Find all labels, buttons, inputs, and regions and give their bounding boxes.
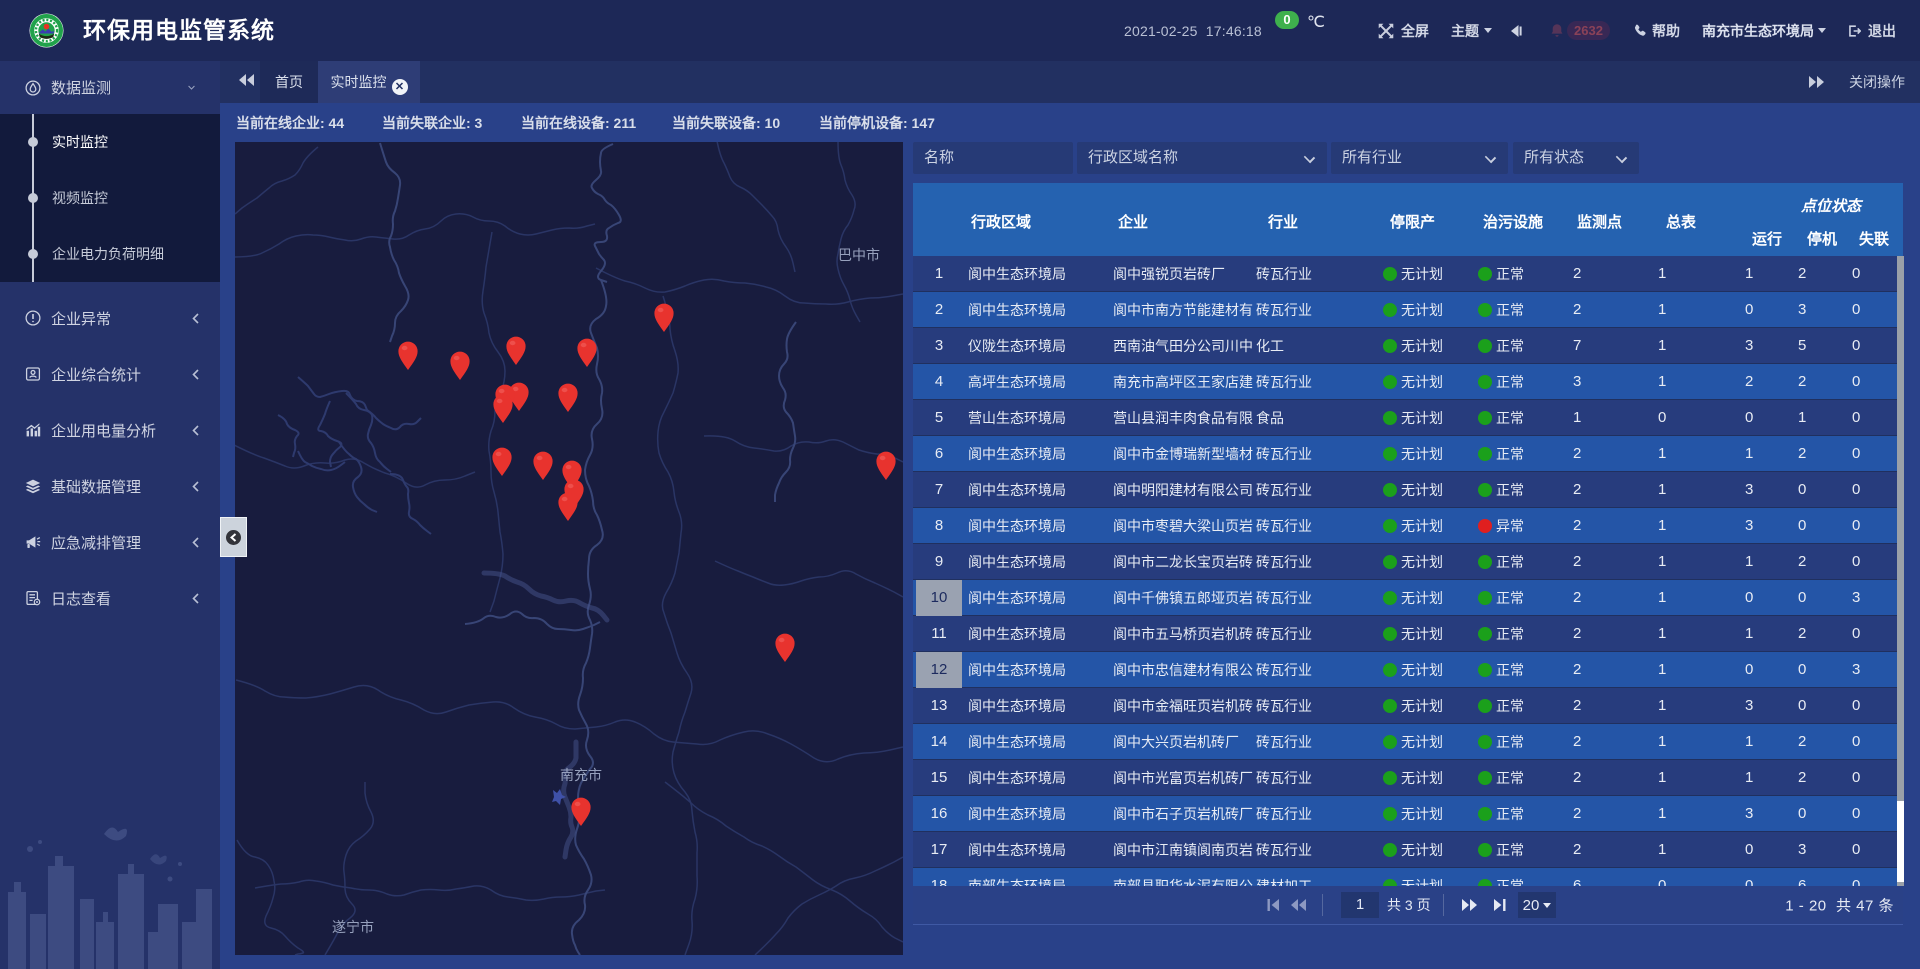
svg-text:南充市: 南充市 [560, 767, 602, 783]
svg-text:巴中市: 巴中市 [838, 247, 880, 263]
svg-text:遂宁市: 遂宁市 [332, 919, 374, 935]
